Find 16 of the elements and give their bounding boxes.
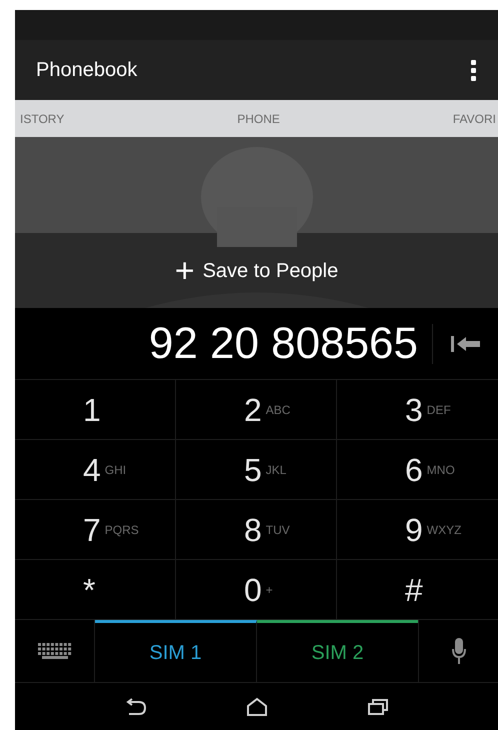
app-title: Phonebook	[36, 58, 138, 83]
back-icon[interactable]	[124, 698, 146, 716]
home-icon[interactable]	[246, 696, 268, 716]
sim-button[interactable]: SIM 1	[95, 620, 257, 682]
dial-key[interactable]: 0+	[176, 560, 336, 619]
dial-key[interactable]: *	[15, 560, 175, 619]
tab[interactable]: PHONE	[237, 110, 280, 128]
tab[interactable]: FAVORI	[452, 110, 498, 128]
recent-apps-icon[interactable]	[366, 698, 388, 716]
save-to-people-button[interactable]: + Save to People	[174, 254, 338, 288]
sim-button[interactable]: SIM 2	[257, 620, 418, 682]
dialed-number: 92 20 808565	[148, 318, 419, 370]
dial-key[interactable]: #	[337, 560, 498, 619]
dial-key[interactable]: 1	[15, 380, 175, 439]
tab[interactable]: ISTORY	[15, 110, 64, 128]
more-menu-icon[interactable]	[469, 60, 477, 80]
